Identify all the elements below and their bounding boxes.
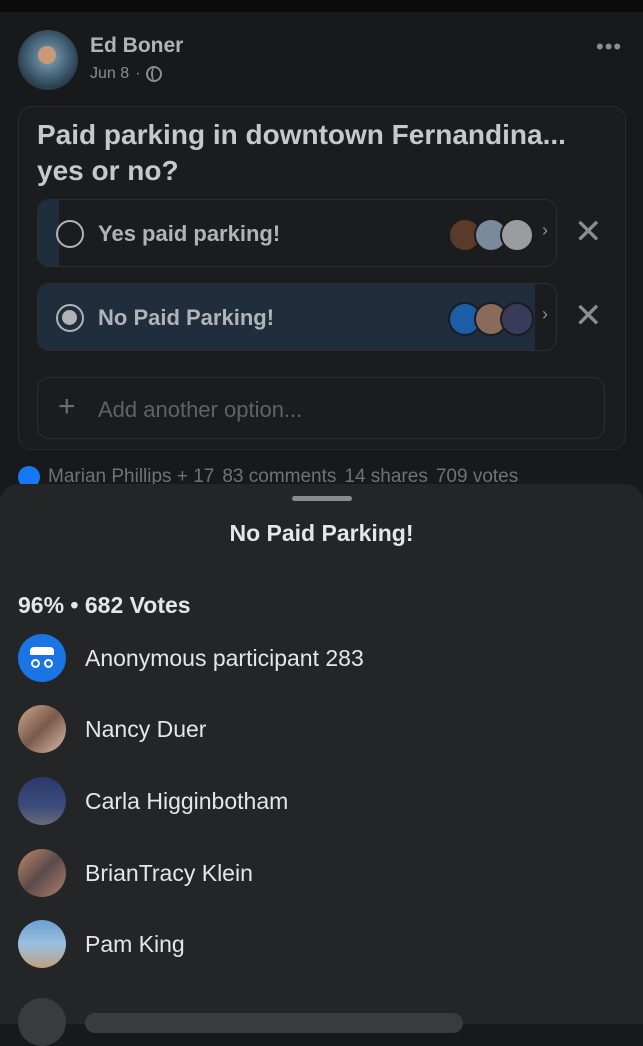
add-option-label: Add another option... <box>98 397 303 422</box>
post: Ed Boner Jun 8 · ••• Paid parking in dow… <box>0 12 643 492</box>
avatar <box>18 920 66 968</box>
voter-name: Nancy Duer <box>85 716 207 742</box>
voter-avatar <box>500 302 534 336</box>
poll-card: Paid parking in downtown Fernandina... y… <box>18 106 626 450</box>
voter-faces[interactable] <box>448 302 534 336</box>
voter-row[interactable]: Pam King <box>18 920 618 970</box>
voter-name: BrianTracy Klein <box>85 860 253 886</box>
avatar <box>18 777 66 825</box>
avatar <box>18 849 66 897</box>
remove-option-no-icon[interactable]: ✕ <box>574 296 603 336</box>
voter-name: Anonymous participant 283 <box>85 645 364 671</box>
voter-row[interactable]: BrianTracy Klein <box>18 849 618 899</box>
author-name[interactable]: Ed Boner <box>90 34 183 58</box>
author-avatar[interactable] <box>18 30 78 90</box>
vote-stats: 96% • 682 Votes <box>18 592 191 618</box>
avatar <box>18 705 66 753</box>
sheet-drag-handle[interactable] <box>292 496 352 501</box>
voter-name: Carla Higginbotham <box>85 788 289 814</box>
poll-option-no[interactable]: No Paid Parking! › <box>37 283 557 351</box>
voter-row[interactable]: Nancy Duer <box>18 705 618 755</box>
name-placeholder <box>85 1013 463 1033</box>
voter-row[interactable]: Anonymous participant 283 <box>18 634 618 684</box>
globe-icon <box>146 66 163 82</box>
sheet-title: No Paid Parking! <box>229 520 414 546</box>
status-bar <box>0 0 643 12</box>
post-meta: Jun 8 · <box>90 65 163 83</box>
voters-bottom-sheet: No Paid Parking! 96% • 682 Votes Anonymo… <box>0 484 643 1046</box>
poll-option-label: Yes paid parking! <box>98 221 281 246</box>
radio-button[interactable] <box>56 220 84 248</box>
poll-option-yes[interactable]: Yes paid parking! › <box>37 199 557 267</box>
chevron-right-icon: › <box>542 304 548 324</box>
remove-option-yes-icon[interactable]: ✕ <box>574 212 603 252</box>
meta-separator: · <box>135 65 141 82</box>
voter-row[interactable]: Carla Higginbotham <box>18 777 618 827</box>
avatar-placeholder <box>18 998 66 1046</box>
more-options-icon[interactable]: ••• <box>596 34 622 60</box>
voter-faces[interactable] <box>448 218 534 252</box>
voter-avatar <box>500 218 534 252</box>
poll-option-label: No Paid Parking! <box>98 305 275 330</box>
poll-question: Paid parking in downtown Fernandina... y… <box>37 119 566 186</box>
chevron-right-icon: › <box>542 220 548 240</box>
radio-button-selected[interactable] <box>56 304 84 332</box>
plus-icon: + <box>58 390 76 423</box>
voter-name: Pam King <box>85 931 185 957</box>
post-date[interactable]: Jun 8 <box>90 65 129 83</box>
add-option-button[interactable]: + Add another option... <box>37 377 605 439</box>
incognito-icon <box>18 634 66 682</box>
